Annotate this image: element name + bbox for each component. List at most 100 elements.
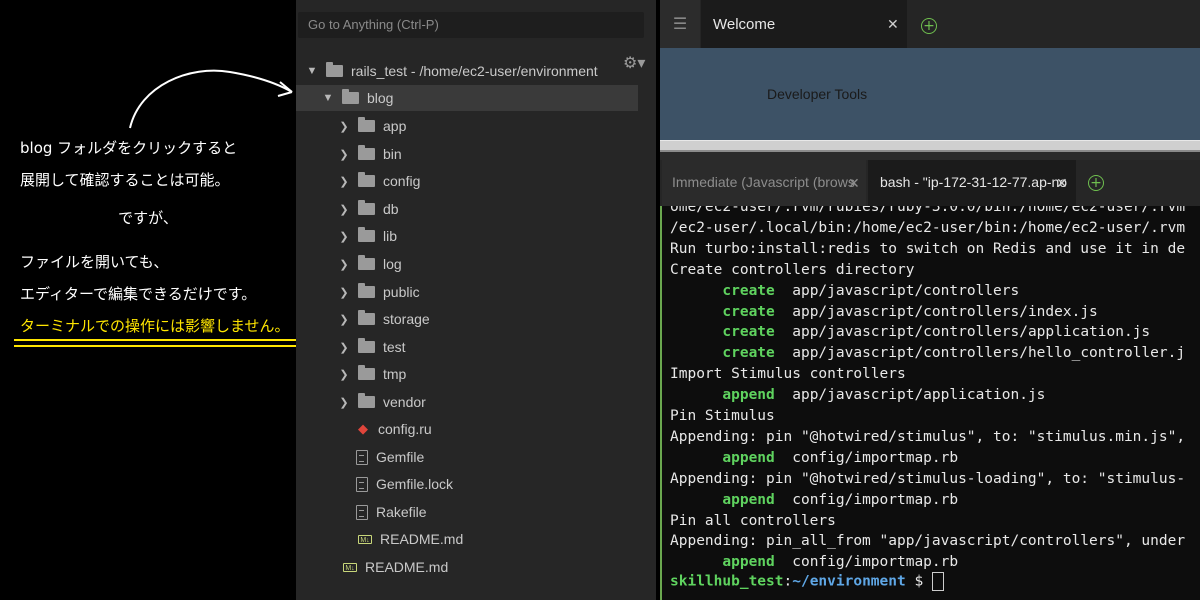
terminal-text: config/importmap.rb (774, 449, 959, 466)
prompt-symbol: $ (905, 573, 932, 590)
prompt-user: skillhub_test (670, 573, 784, 590)
tree-item-label: lib (383, 228, 398, 244)
chevron-right-icon: ❯ (339, 203, 349, 216)
folder-icon (358, 227, 375, 242)
tab-welcome[interactable]: Welcome ✕ (701, 0, 907, 48)
tree-item-label: public (383, 284, 420, 300)
tree-item-tmp[interactable]: ❯ tmp (338, 361, 406, 387)
file-tree-panel: Go to Anything (Ctrl-P) ⚙▾ ▼ rails_test … (296, 0, 656, 600)
terminal-text: app/javascript/controllers/application.j… (774, 324, 1151, 341)
markdown-file-icon: M↓ (343, 562, 357, 572)
terminal-cursor (931, 572, 944, 591)
terminal-prompt[interactable]: skillhub_test:~/environment $ (670, 572, 944, 591)
tree-item-label: Gemfile.lock (376, 476, 454, 492)
chevron-down-icon: ▼ (322, 92, 334, 104)
tree-item-rakefile[interactable]: Rakefile (356, 499, 427, 525)
add-tab-icon[interactable]: + (921, 18, 937, 34)
tree-item-label: vendor (383, 394, 426, 410)
tree-item-public[interactable]: ❯ public (338, 279, 420, 305)
chevron-right-icon: ❯ (339, 120, 349, 133)
annotation-line: 展開して確認することは可能。 (20, 171, 230, 189)
tree-item-label: log (383, 256, 402, 272)
gear-icon[interactable]: ⚙▾ (623, 53, 645, 73)
tab-immediate[interactable]: Immediate (Javascript (brows ✕ (662, 160, 866, 206)
terminal-keyword: append (722, 491, 775, 508)
close-icon[interactable]: ✕ (1056, 176, 1068, 192)
tree-item-label: config.ru (378, 421, 432, 437)
terminal-line: Appending: pin_all_from "app/javascript/… (670, 533, 1186, 550)
editor-area: ☰ Welcome ✕ + Developer Tools Immediate … (660, 0, 1200, 600)
tab-label: Welcome (713, 16, 776, 33)
tree-root-label: rails_test - /home/ec2-user/environment (351, 63, 598, 79)
tree-item-blog[interactable]: ▼ blog (296, 85, 638, 111)
tree-item-readme-blog[interactable]: M↓ README.md (358, 526, 463, 552)
terminal-line: Create controllers directory (670, 261, 915, 278)
tree-item-test[interactable]: ❯ test (338, 334, 406, 360)
tree-item-config-ru[interactable]: ◆ config.ru (358, 416, 432, 442)
ruby-file-icon: ◆ (358, 421, 368, 436)
chevron-down-icon: ▼ (306, 65, 318, 77)
tab-label: Immediate (Javascript (brows (672, 174, 855, 190)
tree-item-bin[interactable]: ❯ bin (338, 141, 402, 167)
add-tab-icon[interactable]: + (1088, 175, 1104, 191)
tree-item-lib[interactable]: ❯ lib (338, 223, 397, 249)
terminal-line: Appending: pin "@hotwired/stimulus-loadi… (670, 470, 1186, 487)
terminal-keyword: create (722, 282, 775, 299)
folder-icon (358, 200, 375, 215)
tree-item-app[interactable]: ❯ app (338, 113, 406, 139)
tree-item-config[interactable]: ❯ config (338, 168, 420, 194)
annotation-highlight-line: ターミナルでの操作には影響しません。 (20, 317, 290, 335)
folder-icon (358, 145, 375, 160)
terminal-line: create app/javascript/controllers/hello_… (670, 345, 1185, 361)
terminal-text: app/javascript/controllers/index.js (774, 303, 1098, 320)
tab-label: bash - "ip-172-31-12-77.ap-no (880, 174, 1068, 190)
chevron-right-icon: ❯ (339, 368, 349, 381)
terminal-line: /ec2-user/.local/bin:/home/ec2-user/bin:… (670, 219, 1186, 236)
editor-tab-bar: ☰ Welcome ✕ + (660, 0, 1200, 48)
close-icon[interactable]: ✕ (848, 176, 860, 192)
terminal-text: app/javascript/controllers (774, 282, 1020, 299)
terminal-text: config/importmap.rb (774, 491, 959, 508)
terminal-text: app/javascript/application.js (774, 387, 1046, 404)
arrow-icon (129, 69, 293, 129)
terminal-keyword: create (722, 345, 775, 362)
terminal-line: create app/javascript/controllers/index.… (670, 303, 1098, 320)
tree-item-label: bin (383, 146, 402, 162)
annotation-line: ですが、 (118, 209, 178, 227)
chevron-right-icon: ❯ (339, 313, 349, 326)
terminal-line: Pin Stimulus (670, 408, 775, 424)
folder-icon (358, 172, 375, 187)
prompt-separator: : (783, 573, 793, 590)
go-to-anything-input[interactable]: Go to Anything (Ctrl-P) (298, 12, 644, 38)
menu-icon[interactable]: ☰ (660, 0, 700, 48)
tree-item-label: Gemfile (376, 449, 425, 465)
folder-icon (342, 89, 359, 104)
chevron-right-icon: ❯ (339, 148, 349, 161)
terminal-text: config/importmap.rb (774, 554, 959, 571)
tree-root[interactable]: ▼ rails_test - /home/ec2-user/environmen… (306, 58, 598, 84)
tree-item-gemfile[interactable]: Gemfile (356, 444, 424, 470)
tree-item-log[interactable]: ❯ log (338, 251, 402, 277)
terminal[interactable]: ome/ec2-user/.rvm/rubies/ruby-3.0.0/bin:… (660, 206, 1200, 600)
tree-item-storage[interactable]: ❯ storage (338, 306, 430, 332)
search-placeholder: Go to Anything (Ctrl-P) (308, 17, 439, 32)
terminal-line: append config/importmap.rb (670, 554, 958, 570)
pane-resize-handle[interactable] (660, 140, 1200, 152)
terminal-line: Appending: pin "@hotwired/stimulus", to:… (670, 428, 1186, 445)
tree-item-readme-root[interactable]: M↓ README.md (343, 554, 448, 580)
file-icon (356, 504, 368, 520)
terminal-line: create app/javascript/controllers (670, 283, 1019, 299)
folder-icon (358, 255, 375, 270)
chevron-right-icon: ❯ (339, 341, 349, 354)
tree-item-label: app (383, 118, 407, 134)
tree-item-gemfile-lock[interactable]: Gemfile.lock (356, 471, 453, 497)
chevron-right-icon: ❯ (339, 175, 349, 188)
tree-item-label: blog (367, 90, 394, 106)
tree-item-label: db (383, 201, 399, 217)
tree-item-db[interactable]: ❯ db (338, 196, 399, 222)
tab-bash[interactable]: bash - "ip-172-31-12-77.ap-no ✕ (868, 160, 1076, 206)
tree-item-vendor[interactable]: ❯ vendor (338, 389, 426, 415)
close-icon[interactable]: ✕ (887, 17, 899, 33)
pane-gap (660, 152, 1200, 160)
terminal-keyword: append (722, 554, 775, 571)
